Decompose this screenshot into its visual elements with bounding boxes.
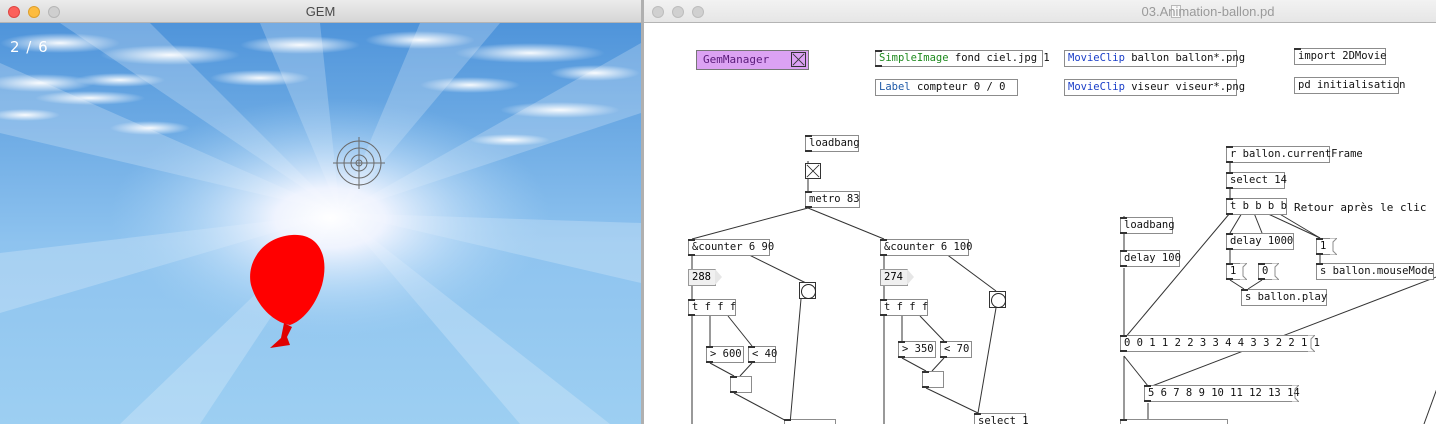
movieclip-ballon-object[interactable]: MovieClip ballon ballon*.png: [1064, 50, 1245, 67]
pd-patch-window: 03.Animation-ballon.pd GemManager Simple…: [641, 0, 1436, 424]
partial-object-bottom-right[interactable]: [1120, 419, 1228, 424]
message-1b-label: 1: [1320, 240, 1327, 252]
counter-1-label: &counter 6 90: [692, 241, 775, 253]
number-box-1[interactable]: 288: [688, 269, 722, 286]
delay-1000-label: delay 1000: [1230, 235, 1294, 247]
message-1b[interactable]: 1: [1316, 238, 1330, 255]
number-box-1-value: 288: [692, 271, 711, 283]
movieclip-ballon-args: ballon ballon*.png: [1131, 52, 1246, 64]
movieclip-viseur-object[interactable]: MovieClip viseur viseur*.png: [1064, 79, 1245, 96]
sequence-1-flag: [1307, 335, 1315, 352]
bang-1[interactable]: [799, 282, 816, 299]
label-keyword: Label: [879, 81, 911, 93]
message-0-flag: [1271, 263, 1279, 280]
movieclip-keyword: MovieClip: [1068, 81, 1125, 93]
trigger-bbbb-label: t b b b b: [1230, 200, 1287, 212]
compare-gt350[interactable]: > 350: [898, 341, 936, 358]
message-1a-label: 1: [1230, 265, 1237, 277]
sequence-2-label: 5 6 7 8 9 10 11 12 13 14: [1148, 387, 1300, 399]
lt70-label: < 70: [944, 343, 970, 355]
lt40-label: < 40: [752, 348, 778, 360]
partial-object-bottom[interactable]: [784, 419, 836, 424]
select-1-object[interactable]: select 1: [974, 413, 1029, 424]
zoom-button[interactable]: [692, 6, 704, 18]
number-box-2[interactable]: 274: [880, 269, 914, 286]
loadbang-label: loadbang: [809, 137, 860, 149]
loadbang-object-2[interactable]: loadbang: [1120, 217, 1175, 234]
send-ballon-play[interactable]: s ballon.play: [1241, 289, 1327, 306]
patch-canvas[interactable]: GemManager SimpleImage fond ciel.jpg 1 L…: [644, 23, 1436, 424]
trigger-fff-1[interactable]: t f f f: [688, 299, 736, 316]
close-button[interactable]: [652, 6, 664, 18]
delay-100-object[interactable]: delay 100: [1120, 250, 1181, 267]
metro-label: metro 83: [809, 193, 860, 205]
number-box-2-value: 274: [884, 271, 903, 283]
message-0[interactable]: 0: [1258, 263, 1272, 280]
frame-sequence-message-2[interactable]: 5 6 7 8 9 10 11 12 13 14: [1144, 385, 1300, 402]
delay-1000-object[interactable]: delay 1000: [1226, 233, 1294, 250]
counter-label: 2 / 6: [10, 38, 49, 56]
receive-label: r ballon.currentFrame: [1230, 148, 1363, 160]
sequence-1-label: 0 0 1 1 2 2 3 3 4 4 3 3 2 2 1 1: [1124, 337, 1320, 349]
compare-gt600[interactable]: > 600: [706, 346, 744, 363]
sequence-2-flag: [1291, 385, 1299, 402]
message-1a-flag: [1239, 263, 1247, 280]
message-0-label: 0: [1262, 265, 1269, 277]
import-label: import 2DMovie: [1298, 50, 1387, 62]
pd-window-title: 03.Animation-ballon.pd: [1141, 4, 1275, 19]
bang-2[interactable]: [989, 291, 1006, 308]
logic-and-1[interactable]: [730, 376, 752, 393]
minimize-button[interactable]: [672, 6, 684, 18]
gem-render-canvas[interactable]: [0, 23, 641, 424]
logic-and-2[interactable]: [922, 371, 944, 388]
gt350-label: > 350: [902, 343, 934, 355]
trigger-fff-2[interactable]: t f f f: [880, 299, 928, 316]
send-play-label: s ballon.play: [1245, 291, 1328, 303]
simpleimage-keyword: SimpleImage: [879, 52, 949, 64]
simpleimage-object[interactable]: SimpleImage fond ciel.jpg 1: [875, 50, 1050, 67]
sun-glow: [110, 98, 550, 338]
movieclip-keyword: MovieClip: [1068, 52, 1125, 64]
metro-toggle[interactable]: [805, 163, 821, 179]
send-mouse-label: s ballon.mouseMode: [1320, 265, 1434, 277]
trigger-fff-2-label: t f f f: [884, 301, 929, 313]
gem-titlebar[interactable]: GEM: [0, 0, 641, 23]
gt600-label: > 600: [710, 348, 742, 360]
label-object[interactable]: Label compteur 0 / 0: [875, 79, 1018, 96]
loadbang-2-label: loadbang: [1124, 219, 1175, 231]
movieclip-viseur-args: viseur viseur*.png: [1131, 81, 1246, 93]
message-1b-flag: [1329, 238, 1337, 255]
message-1a[interactable]: 1: [1226, 263, 1240, 280]
gem-window-title: GEM: [305, 4, 336, 19]
counter-object-1[interactable]: &counter 6 90: [688, 239, 774, 256]
counter-2-label: &counter 6 100: [884, 241, 973, 253]
receive-currentframe[interactable]: r ballon.currentFrame: [1226, 146, 1363, 163]
label-args: compteur 0 / 0: [916, 81, 1006, 93]
frame-sequence-message-1[interactable]: 0 0 1 1 2 2 3 3 4 4 3 3 2 2 1 1: [1120, 335, 1320, 352]
compare-lt40[interactable]: < 40: [748, 346, 778, 363]
send-ballon-mousemode[interactable]: s ballon.mouseMode: [1316, 263, 1434, 280]
retour-comment: Retour après le clic: [1294, 201, 1427, 214]
loadbang-object-1[interactable]: loadbang: [805, 135, 860, 152]
delay-100-label: delay 100: [1124, 252, 1181, 264]
compare-lt70[interactable]: < 70: [940, 341, 972, 358]
pd-initialisation-object[interactable]: pd initialisation: [1294, 77, 1405, 94]
gemmanager-label: GemManager: [703, 53, 770, 66]
trigger-bbbb[interactable]: t b b b b: [1226, 198, 1287, 215]
trigger-fff-1-label: t f f f: [692, 301, 737, 313]
gemmanager-toggle[interactable]: [791, 52, 806, 67]
select-14-object[interactable]: select 14: [1226, 172, 1287, 189]
pd-init-label: pd initialisation: [1298, 79, 1406, 91]
simpleimage-args: fond ciel.jpg 1: [954, 52, 1050, 64]
import-2dmovie-object[interactable]: import 2DMovie: [1294, 48, 1387, 65]
select-14-label: select 14: [1230, 174, 1287, 186]
pd-titlebar[interactable]: 03.Animation-ballon.pd: [644, 0, 1436, 23]
counter-object-2[interactable]: &counter 6 100: [880, 239, 973, 256]
select-1-label: select 1: [978, 415, 1029, 424]
gem-window: GEM 2 / 6: [0, 0, 641, 424]
metro-object[interactable]: metro 83: [805, 191, 860, 208]
